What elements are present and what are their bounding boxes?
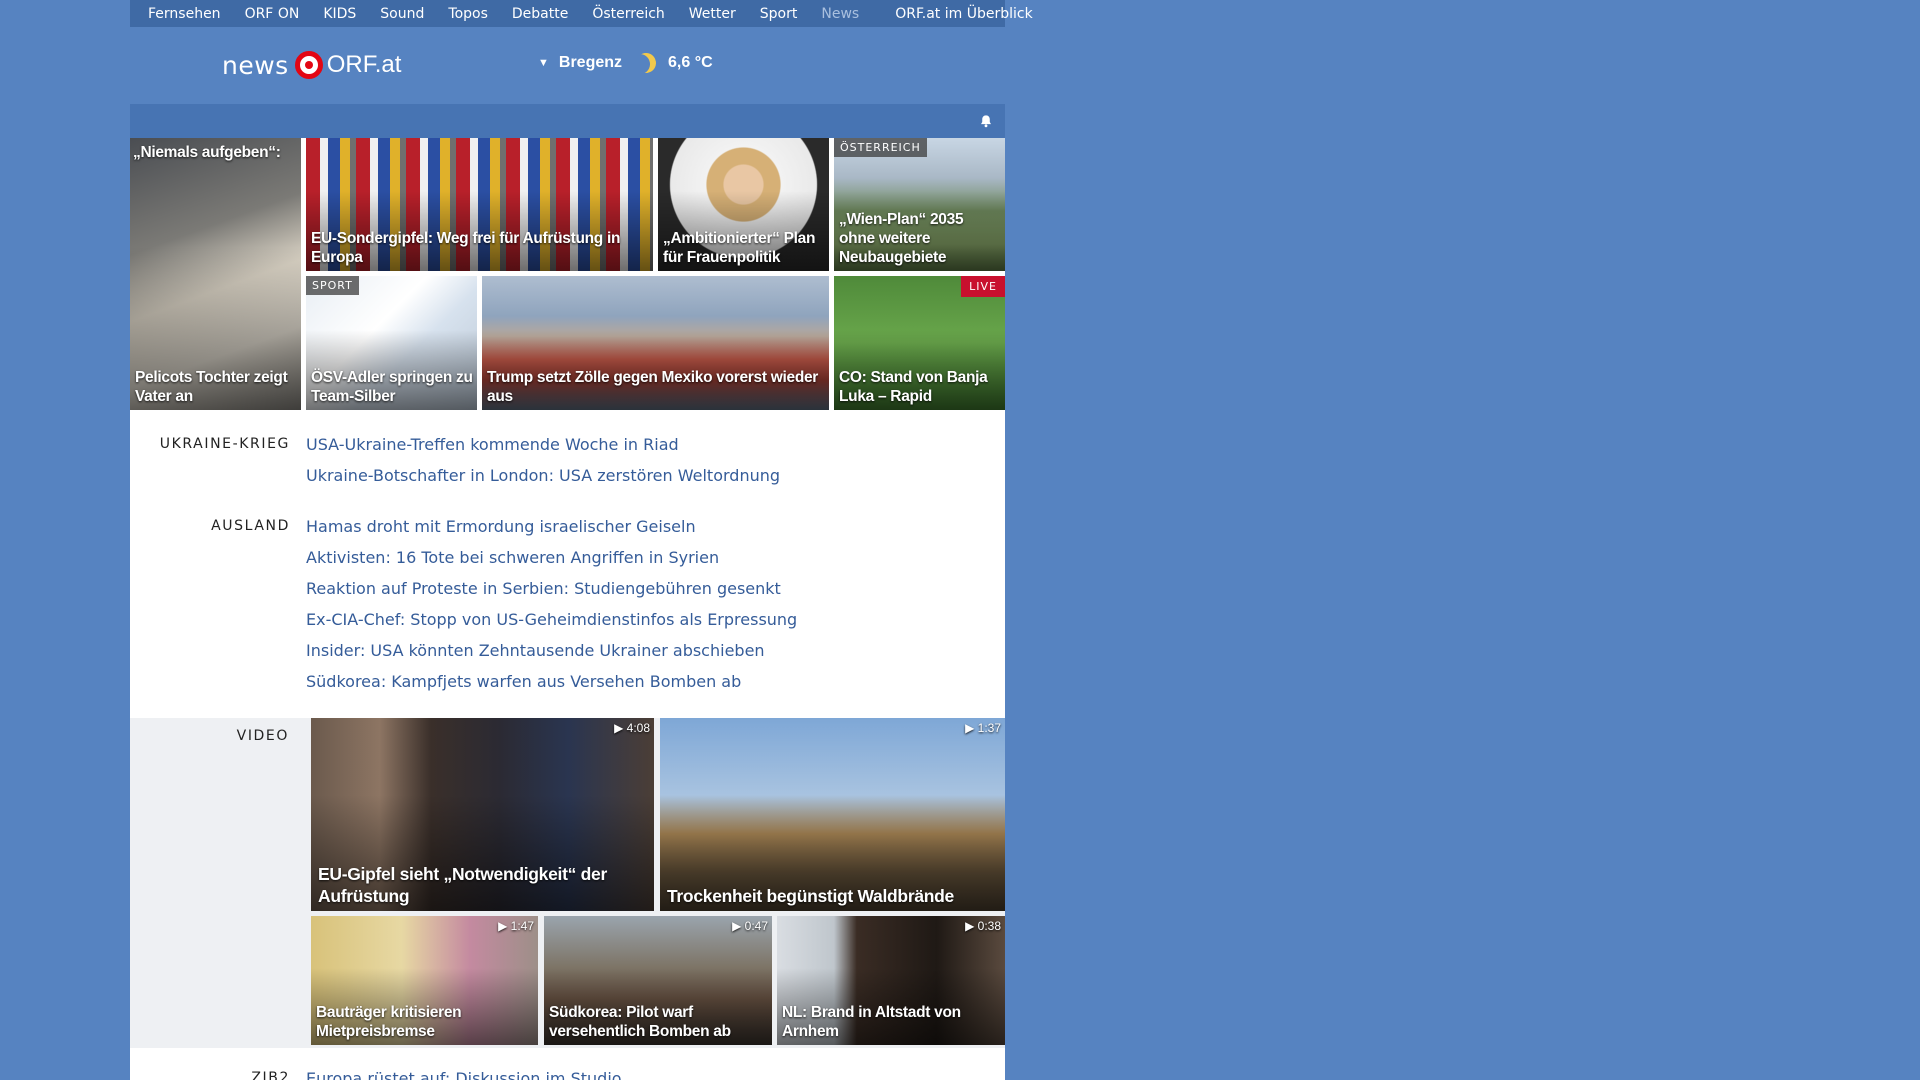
bell-icon[interactable]: [979, 114, 993, 128]
video-duration: ▶ 1:37: [965, 721, 1001, 735]
video-tile-arnhem[interactable]: ▶ 0:38 NL: Brand in Altstadt von Arnhem: [777, 916, 1005, 1045]
story-tile-eu-sondergipfel[interactable]: EU-Sondergipfel: Weg frei für Aufrüstung…: [306, 138, 653, 271]
notification-bar: [130, 104, 1005, 138]
video-caption: Bauträger kritisieren Mietpreisbremse: [316, 1004, 462, 1040]
story-caption-top: „Niemals aufgeben“:: [133, 144, 281, 161]
nav-topos[interactable]: Topos: [448, 6, 487, 22]
nav-wetter[interactable]: Wetter: [689, 6, 736, 22]
video-tile-trockenheit[interactable]: ▶ 1:37 Trockenheit begünstigt Waldbrände: [660, 718, 1005, 911]
nav-fernsehen[interactable]: Fernsehen: [148, 6, 221, 22]
headline-link[interactable]: Südkorea: Kampfjets warfen aus Versehen …: [306, 672, 741, 691]
weather-widget[interactable]: ▼ Bregenz 6,6 °C: [538, 53, 713, 73]
section-label-zib2: ZIB2: [251, 1070, 290, 1080]
live-badge: LIVE: [961, 276, 1005, 297]
headline-link[interactable]: Insider: USA könnten Zehntausende Ukrain…: [306, 641, 765, 660]
video-tile-mietpreisbremse[interactable]: ▶ 1:47 Bauträger kritisieren Mietpreisbr…: [311, 916, 538, 1045]
video-caption: EU-Gipfel sieht „Notwendigkeit“ der Aufr…: [318, 864, 607, 906]
logo-news-text: news: [222, 50, 289, 80]
nav-news[interactable]: News: [821, 6, 859, 22]
video-duration: ▶ 0:47: [732, 919, 768, 933]
video-duration: ▶ 1:47: [498, 919, 534, 933]
section-label-ukraine: UKRAINE-KRIEG: [159, 436, 290, 452]
story-tile-frauenpolitik[interactable]: „Ambitionierter“ Plan für Frauenpolitik: [658, 138, 829, 271]
headline-link[interactable]: Ukraine-Botschafter in London: USA zerst…: [306, 466, 780, 485]
story-caption: CO: Stand von Banja Luka – Rapid: [839, 369, 988, 405]
story-caption: Pelicots Tochter zeigt Vater an: [135, 369, 288, 405]
section-label-video: VIDEO: [236, 728, 289, 744]
news-orf-logo[interactable]: news ORF.at: [222, 49, 401, 81]
logo-orf-text: ORF.at: [326, 51, 402, 78]
story-caption: ÖSV-Adler springen zu Team-Silber: [311, 369, 473, 405]
video-caption: Trockenheit begünstigt Waldbrände: [667, 886, 954, 906]
orf-ring-icon: [294, 51, 323, 79]
nav-debatte[interactable]: Debatte: [512, 6, 568, 22]
video-tile-suedkorea-pilot[interactable]: ▶ 0:47 Südkorea: Pilot warf versehentlic…: [544, 916, 772, 1045]
story-caption: „Ambitionierter“ Plan für Frauenpolitik: [663, 230, 816, 266]
story-tile-wien-plan[interactable]: ÖSTERREICH „Wien-Plan“ 2035 ohne weitere…: [834, 138, 1005, 271]
section-label-ausland: AUSLAND: [211, 518, 290, 534]
story-tile-trump-zoelle[interactable]: Trump setzt Zölle gegen Mexiko vorerst w…: [482, 276, 829, 410]
story-tile-live-football[interactable]: LIVE CO: Stand von Banja Luka – Rapid: [834, 276, 1005, 410]
nav-kids[interactable]: KIDS: [323, 6, 356, 22]
nav-overview[interactable]: ORF.at im Überblick: [895, 6, 1032, 22]
nav-sport[interactable]: Sport: [760, 6, 798, 22]
story-tile-oesv-adler[interactable]: SPORT ÖSV-Adler springen zu Team-Silber: [306, 276, 477, 410]
video-duration: ▶ 4:08: [614, 721, 650, 735]
headline-link[interactable]: Hamas droht mit Ermordung israelischer G…: [306, 517, 696, 536]
headline-link[interactable]: Aktivisten: 16 Tote bei schweren Angriff…: [306, 548, 719, 567]
weather-temperature: 6,6 °C: [668, 54, 713, 71]
video-caption: NL: Brand in Altstadt von Arnhem: [782, 1004, 961, 1040]
top-navigation: Fernsehen ORF ON KIDS Sound Topos Debatt…: [130, 0, 1033, 27]
video-caption: Südkorea: Pilot warf versehentlich Bombe…: [549, 1004, 731, 1040]
video-duration: ▶ 0:38: [965, 919, 1001, 933]
story-caption: Trump setzt Zölle gegen Mexiko vorerst w…: [487, 369, 819, 405]
nav-orf-on[interactable]: ORF ON: [245, 6, 300, 22]
weather-location: Bregenz: [558, 54, 623, 71]
dropdown-triangle-icon: ▼: [538, 57, 549, 69]
category-badge: SPORT: [306, 276, 359, 295]
nav-sound[interactable]: Sound: [380, 6, 424, 22]
video-tile-eu-gipfel[interactable]: ▶ 4:08 EU-Gipfel sieht „Notwendigkeit“ d…: [311, 718, 654, 911]
story-caption: „Wien-Plan“ 2035 ohne weitere Neubaugebi…: [839, 211, 964, 266]
category-badge: ÖSTERREICH: [834, 138, 927, 157]
headline-link[interactable]: Europa rüstet auf: Diskussion im Studio: [306, 1069, 622, 1080]
headline-link[interactable]: Ex-CIA-Chef: Stopp von US-Geheimdienstin…: [306, 610, 797, 629]
story-caption: EU-Sondergipfel: Weg frei für Aufrüstung…: [311, 230, 621, 266]
story-tile-pelicot[interactable]: „Niemals aufgeben“: Pelicots Tochter zei…: [130, 138, 301, 410]
moon-icon: [633, 50, 659, 76]
main-content: „Niemals aufgeben“: Pelicots Tochter zei…: [130, 138, 1005, 1080]
headline-link[interactable]: Reaktion auf Proteste in Serbien: Studie…: [306, 579, 781, 598]
site-header: news ORF.at ▼ Bregenz 6,6 °C: [130, 27, 1005, 104]
headline-link[interactable]: USA-Ukraine-Treffen kommende Woche in Ri…: [306, 435, 679, 454]
nav-oesterreich[interactable]: Österreich: [592, 6, 664, 22]
